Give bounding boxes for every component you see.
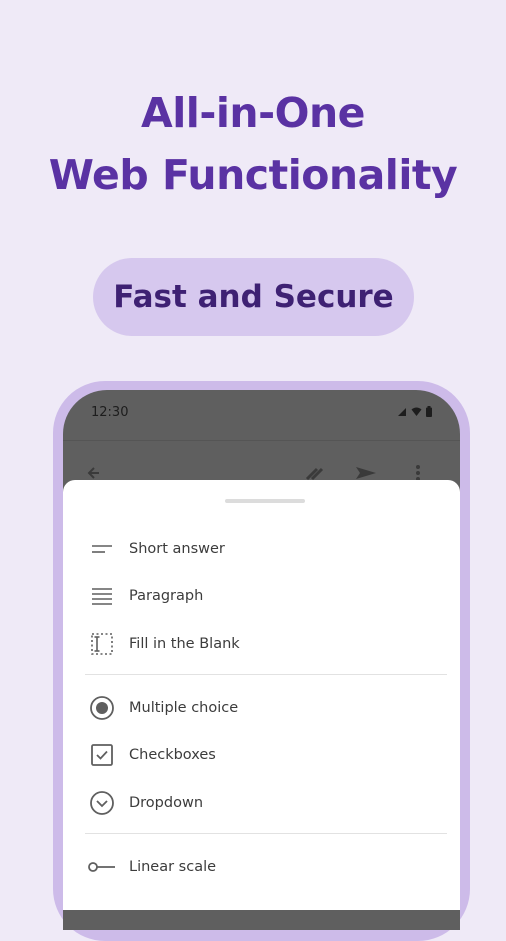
status-time: 12:30 bbox=[91, 405, 129, 420]
menu-item-dropdown[interactable]: Dropdown bbox=[85, 785, 445, 821]
send-icon[interactable] bbox=[355, 465, 377, 481]
paragraph-icon bbox=[85, 581, 119, 611]
section-divider bbox=[85, 833, 447, 834]
menu-item-paragraph[interactable]: Paragraph bbox=[85, 578, 445, 614]
wifi-icon bbox=[411, 407, 422, 416]
checkbox-icon bbox=[85, 740, 119, 770]
fill-blank-icon bbox=[85, 629, 119, 659]
menu-item-label: Paragraph bbox=[129, 588, 204, 604]
short-answer-icon bbox=[85, 534, 119, 564]
menu-item-fill-blank[interactable]: Fill in the Blank bbox=[85, 626, 445, 662]
headline-line-1: All-in-One bbox=[141, 89, 365, 137]
back-icon[interactable] bbox=[87, 465, 101, 481]
menu-item-label: Dropdown bbox=[129, 795, 204, 811]
feature-badge: Fast and Secure bbox=[93, 258, 414, 336]
headline-line-2: Web Functionality bbox=[48, 151, 458, 199]
status-divider bbox=[63, 440, 460, 441]
signal-icon bbox=[398, 407, 406, 416]
menu-item-label: Multiple choice bbox=[129, 700, 239, 716]
menu-item-checkboxes[interactable]: Checkboxes bbox=[85, 737, 445, 773]
section-divider bbox=[85, 674, 447, 675]
status-icons bbox=[397, 406, 432, 417]
menu-item-short-answer[interactable]: Short answer bbox=[85, 531, 445, 567]
menu-item-label: Fill in the Blank bbox=[129, 636, 240, 652]
menu-item-label: Linear scale bbox=[129, 859, 217, 875]
more-options-icon[interactable] bbox=[415, 465, 421, 481]
menu-item-multiple-choice[interactable]: Multiple choice bbox=[85, 690, 445, 726]
feature-badge-label: Fast and Secure bbox=[113, 279, 394, 315]
radio-button-icon bbox=[85, 693, 119, 723]
drag-handle[interactable] bbox=[225, 499, 305, 503]
linear-scale-icon bbox=[85, 852, 119, 882]
question-type-sheet: Short answer Paragraph Fill in the Blank… bbox=[63, 480, 460, 910]
palette-icon[interactable] bbox=[303, 465, 325, 481]
menu-item-label: Checkboxes bbox=[129, 747, 216, 763]
battery-icon bbox=[426, 406, 432, 417]
menu-item-label: Short answer bbox=[129, 541, 225, 557]
menu-item-linear-scale[interactable]: Linear scale bbox=[85, 849, 445, 885]
dropdown-icon bbox=[85, 788, 119, 818]
